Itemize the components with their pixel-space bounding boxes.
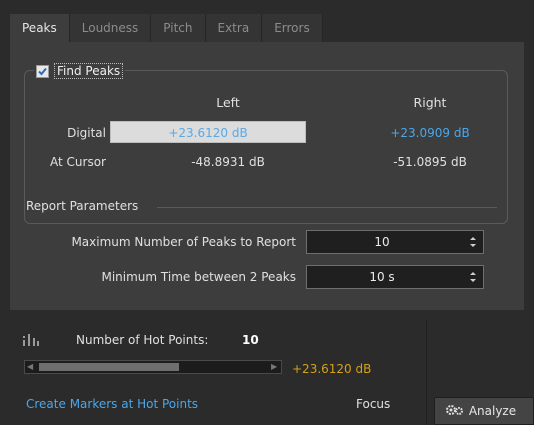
- focus-label[interactable]: Focus: [356, 397, 390, 411]
- analyze-label: Analyze: [468, 404, 517, 418]
- min-time-label: Minimum Time between 2 Peaks: [101, 270, 296, 284]
- tab-errors[interactable]: Errors: [262, 14, 323, 42]
- tab-bar: Peaks Loudness Pitch Extra Errors: [10, 14, 323, 42]
- scroll-right-icon[interactable]: ▶: [271, 363, 279, 371]
- hot-points-label: Number of Hot Points:: [76, 333, 209, 347]
- digital-right-value[interactable]: +23.0909 dB: [360, 126, 500, 140]
- find-peaks-label: Find Peaks: [54, 63, 124, 79]
- tab-extra[interactable]: Extra: [205, 14, 263, 42]
- min-time-spinbox[interactable]: 10 s: [306, 265, 484, 289]
- vertical-divider: [426, 320, 427, 425]
- spin-arrows-icon[interactable]: [469, 235, 477, 249]
- analyze-button[interactable]: Analyze: [434, 397, 534, 425]
- hot-point-value: +23.6120 dB: [292, 362, 372, 376]
- at-cursor-right-value: -51.0895 dB: [393, 155, 467, 169]
- at-cursor-left-value: -48.8931 dB: [191, 155, 265, 169]
- hot-points-scrollbar[interactable]: ◀ ▶: [24, 360, 282, 374]
- tab-peaks[interactable]: Peaks: [10, 14, 70, 42]
- spin-arrows-icon[interactable]: [469, 270, 477, 284]
- tab-pitch[interactable]: Pitch: [151, 14, 206, 42]
- gears-icon: [446, 405, 463, 415]
- scrollbar-thumb[interactable]: [39, 363, 179, 371]
- hot-points-icon: [23, 334, 39, 346]
- digital-row-label: Digital: [67, 126, 106, 140]
- find-peaks-toggle[interactable]: Find Peaks: [34, 62, 126, 80]
- column-header-left: Left: [216, 95, 240, 110]
- find-peaks-checkbox[interactable]: [36, 64, 49, 78]
- max-peaks-label: Maximum Number of Peaks to Report: [71, 235, 296, 249]
- tab-loudness[interactable]: Loudness: [69, 14, 152, 42]
- checkmark-icon: [38, 67, 47, 75]
- report-parameters-title: Report Parameters: [26, 199, 139, 213]
- min-time-value: 10 s: [369, 270, 395, 284]
- report-parameters-divider: [157, 207, 497, 208]
- at-cursor-row-label: At Cursor: [50, 155, 106, 169]
- max-peaks-value: 10: [374, 235, 390, 249]
- hot-points-count: 10: [242, 333, 259, 347]
- scroll-left-icon[interactable]: ◀: [27, 363, 35, 371]
- digital-left-value[interactable]: +23.6120 dB: [110, 121, 306, 143]
- create-markers-link[interactable]: Create Markers at Hot Points: [26, 397, 198, 411]
- max-peaks-spinbox[interactable]: 10: [306, 230, 484, 254]
- column-header-right: Right: [413, 95, 447, 110]
